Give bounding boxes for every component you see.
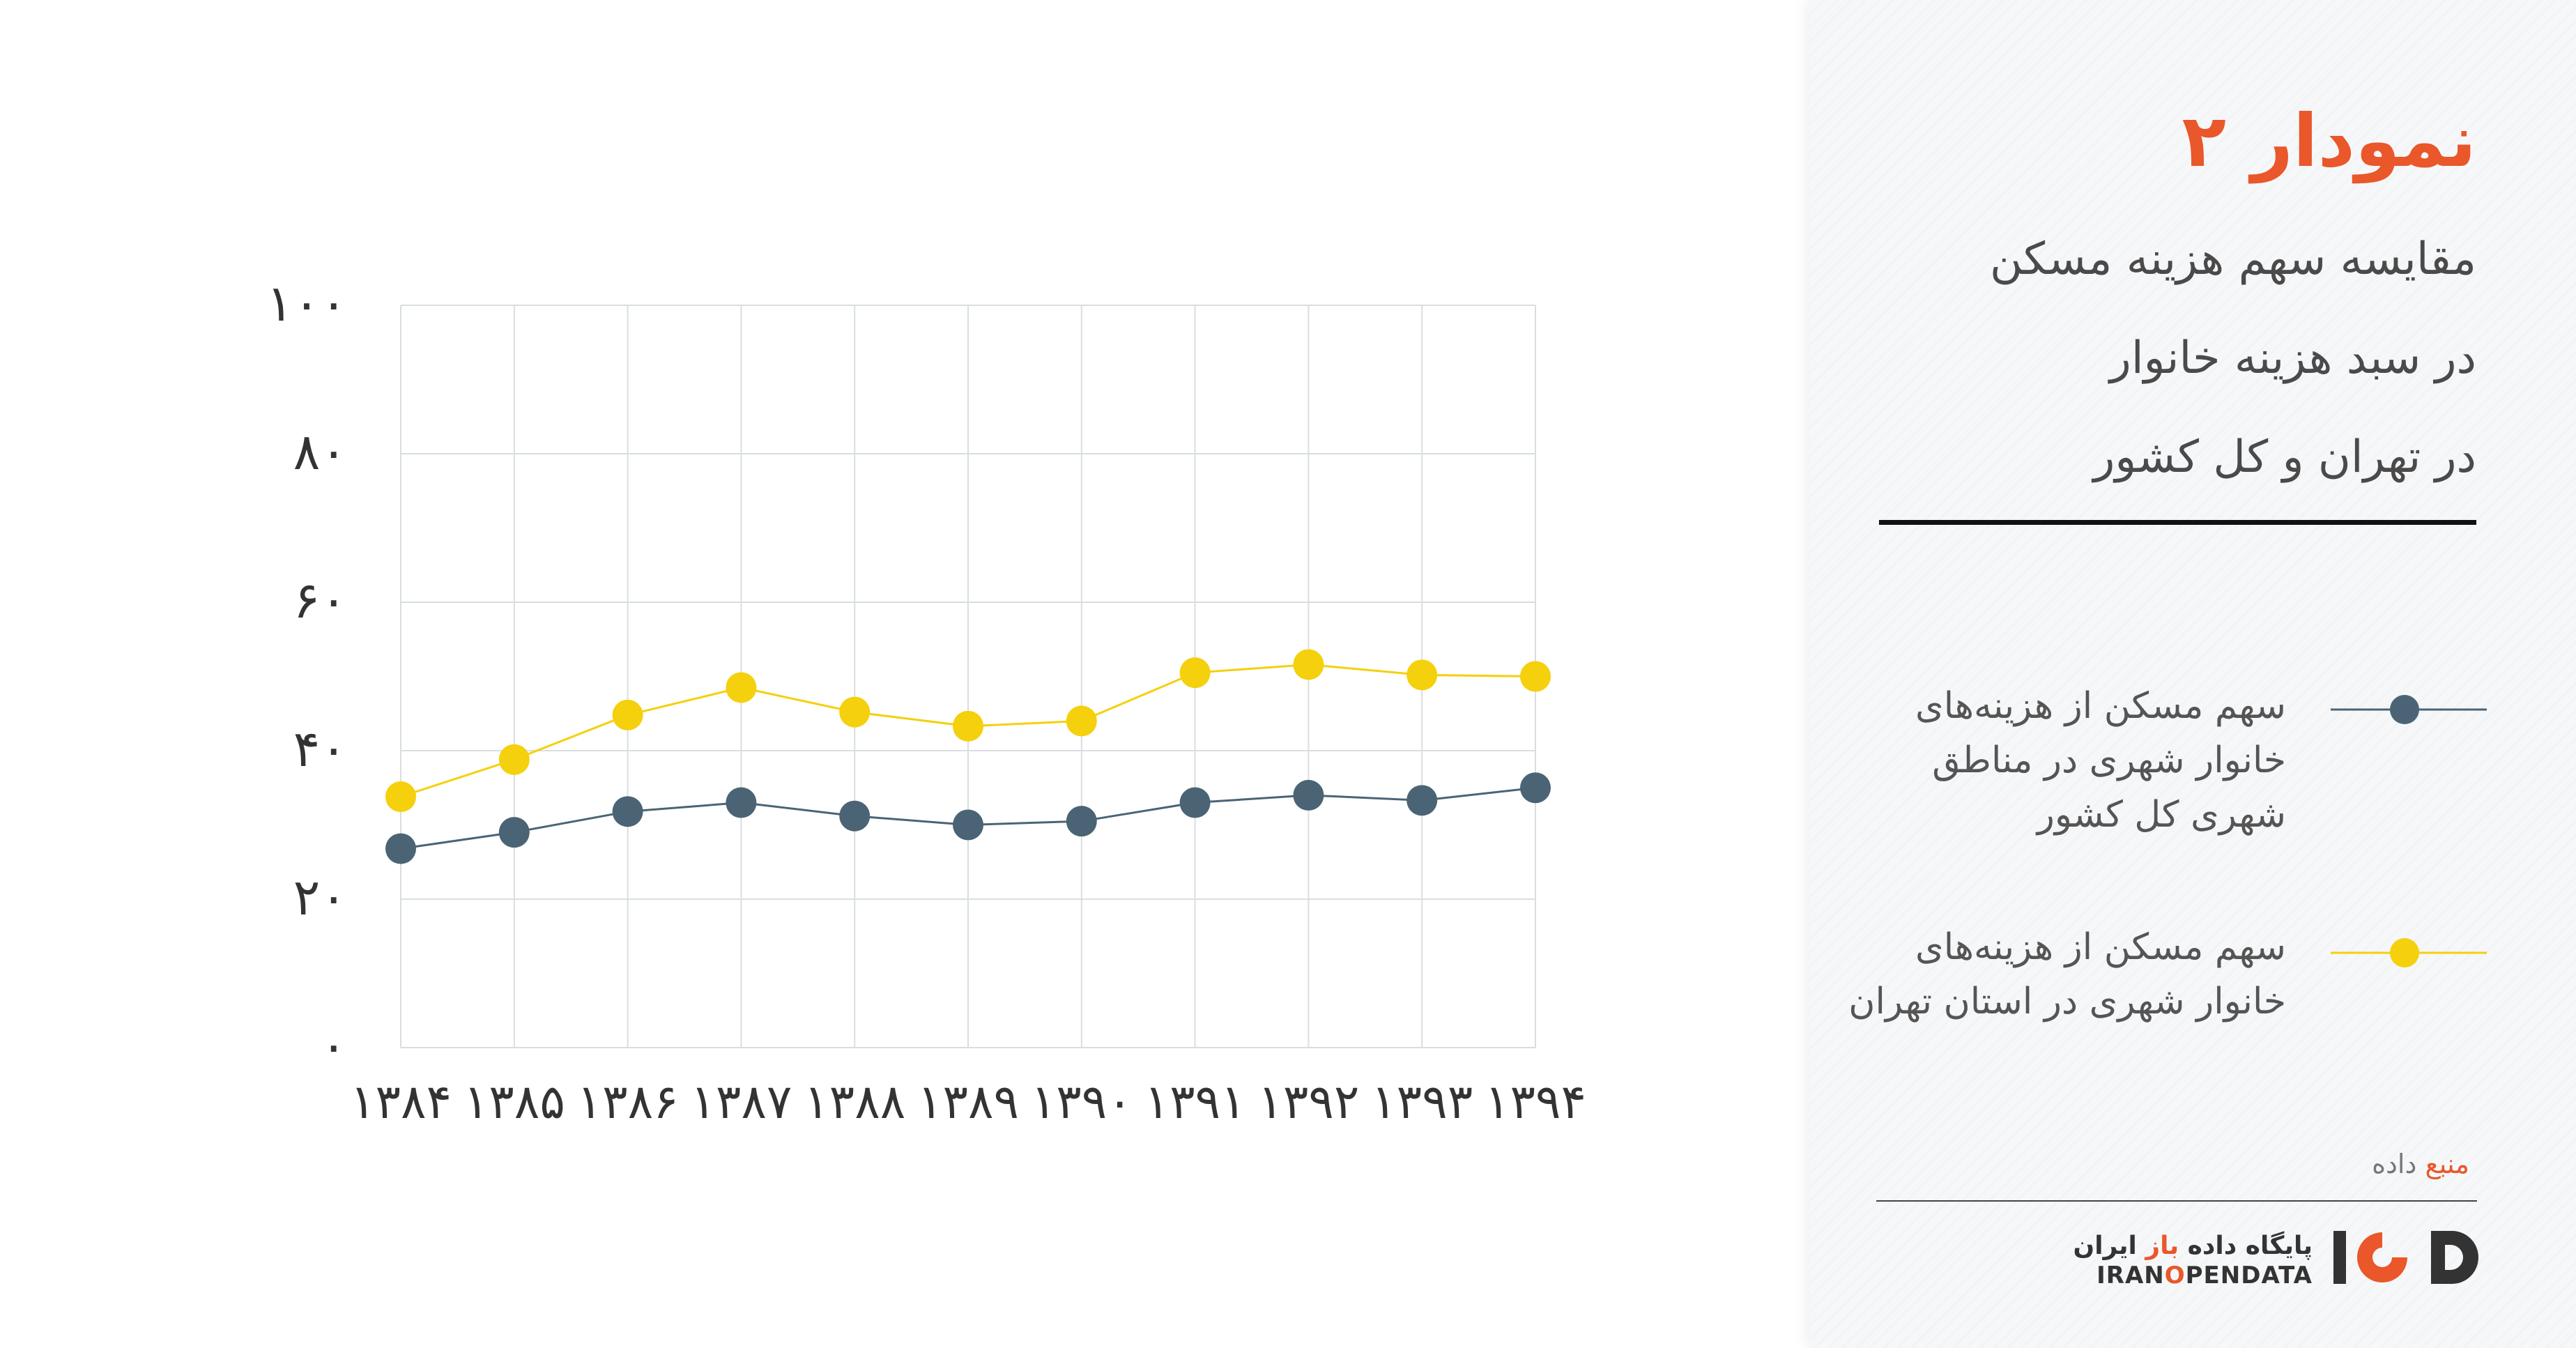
y-tick-label: ۲۰ xyxy=(293,868,347,926)
side-panel: نمودار ۲ مقایسه سهم هزینه مسکن در سبد هز… xyxy=(1809,0,2576,1348)
data-point xyxy=(1179,787,1211,818)
x-tick-label: ۱۳۹۰ xyxy=(1031,1075,1133,1130)
iod-logo-mark xyxy=(2333,1231,2478,1284)
x-tick-label: ۱۳۹۴ xyxy=(1485,1075,1586,1130)
source-label: منبع داده xyxy=(2372,1149,2469,1179)
subtitle-line-2: در سبد هزینه خانوار xyxy=(2109,332,2476,384)
y-tick-label: ۴۰ xyxy=(293,719,347,778)
data-point xyxy=(1406,659,1438,691)
data-point xyxy=(839,696,871,728)
y-tick-label: ۶۰ xyxy=(293,571,347,629)
x-tick-label: ۱۳۸۸ xyxy=(804,1075,905,1130)
data-point xyxy=(498,817,530,848)
legend-label-tehran: سهم مسکن از هزینه‌های خانوار شهری در است… xyxy=(1848,926,2286,1023)
y-tick-label: ۸۰ xyxy=(293,422,347,481)
chart-area: ۰ ۲۰ ۴۰ ۶۰ ۸۰ ۱۰۰ ۱۳۸۴ ۱۳۸۵ ۱۳۸۶ ۱۳۸۷ ۱۳۸۸ ۱۳۸۹ ۱۳۹… xyxy=(0,0,1809,1348)
data-point xyxy=(1179,657,1211,689)
x-tick-label: ۱۳۸۶ xyxy=(577,1075,679,1130)
logo-text-fa: پایگاه داده باز ایران xyxy=(2073,1232,2313,1260)
legend-swatch-tehran xyxy=(2331,938,2487,967)
data-point xyxy=(1520,772,1551,804)
x-tick-label: ۱۳۸۷ xyxy=(690,1075,792,1130)
subtitle-line-3: در تهران و کل کشور xyxy=(2093,431,2476,483)
data-point xyxy=(385,833,416,864)
data-point xyxy=(612,699,643,730)
grid-layer xyxy=(400,305,1536,1048)
data-point xyxy=(953,710,983,742)
y-tick-labels: ۰ ۲۰ ۴۰ ۶۰ ۸۰ ۱۰۰ xyxy=(266,274,347,1075)
y-tick-label: ۱۰۰ xyxy=(266,274,347,332)
logo-text-en: IRANOPENDATA xyxy=(2096,1262,2313,1289)
data-point xyxy=(498,744,530,775)
x-tick-label: ۱۳۸۴ xyxy=(350,1075,452,1130)
x-tick-label: ۱۳۹۲ xyxy=(1257,1075,1359,1130)
legend-label-country: سهم مسکن از هزینه‌های خانوار شهری در منا… xyxy=(1915,685,2286,836)
subtitle-line-1: مقایسه سهم هزینه مسکن xyxy=(1989,233,2476,285)
data-point xyxy=(1066,705,1097,737)
x-tick-labels: ۱۳۸۴ ۱۳۸۵ ۱۳۸۶ ۱۳۸۷ ۱۳۸۸ ۱۳۸۹ ۱۳۹۰ ۱۳۹۱ ۱۳۹۲ ۱۳۹۳… xyxy=(350,1075,1586,1130)
data-point xyxy=(953,809,983,841)
y-tick-label: ۰ xyxy=(320,1016,347,1075)
data-point xyxy=(612,796,643,827)
data-point xyxy=(1293,779,1324,811)
data-point xyxy=(1066,806,1097,837)
line-chart: ۰۲۰۴۰۶۰۸۰۱۰۰ ۱۳۸۴ ۱۳۸۵ ۱۳۸۶ ۱۳۸۷ ۱۳۸۸ ۱۳۸۹ ۱۳۹… xyxy=(266,274,1586,1130)
x-tick-label: ۱۳۹۳ xyxy=(1371,1075,1473,1130)
data-point xyxy=(839,800,871,832)
data-point xyxy=(1293,649,1324,680)
source-divider xyxy=(1876,1200,2477,1202)
data-point xyxy=(726,787,757,818)
x-tick-label: ۱۳۸۵ xyxy=(463,1075,565,1130)
x-tick-label: ۱۳۹۱ xyxy=(1144,1075,1246,1130)
legend-swatch-country xyxy=(2331,695,2487,724)
data-point xyxy=(385,781,416,813)
chart-title: نمودار ۲ xyxy=(2182,98,2476,183)
data-point xyxy=(1406,785,1438,816)
x-tick-label: ۱۳۸۹ xyxy=(917,1075,1019,1130)
data-point xyxy=(726,672,757,703)
title-divider xyxy=(1879,520,2476,525)
data-point xyxy=(1520,661,1551,692)
